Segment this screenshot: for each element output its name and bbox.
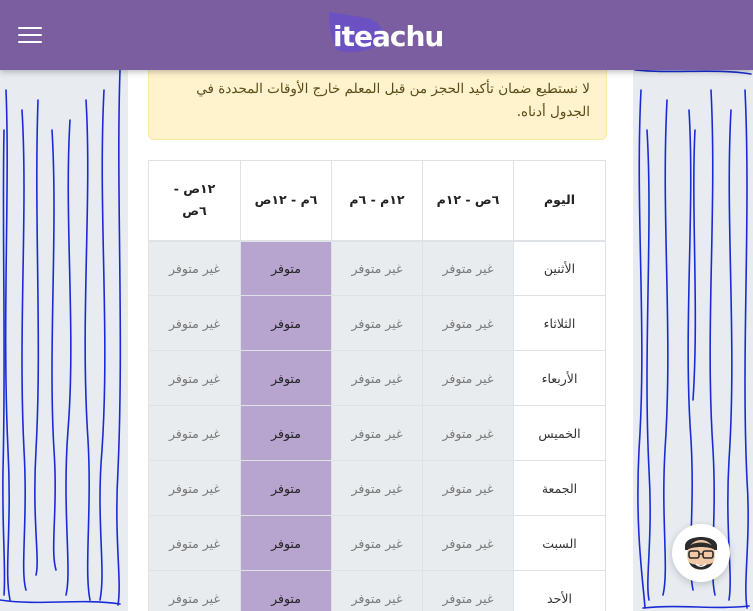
slot-cell: غير متوفر [148,240,241,296]
slot-cell: غير متوفر [422,295,514,351]
top-nav-bar: iteachu [0,0,753,70]
slot-cell-available: متوفر [240,350,332,406]
slot-cell: غير متوفر [148,350,241,406]
scribble-left [0,70,122,606]
slot-cell: غير متوفر [148,460,241,516]
slot-cell: غير متوفر [331,515,423,571]
day-cell: الأربعاء [513,350,606,406]
header-slot-night: ١٢ص - ٦ص [148,160,241,242]
slot-cell: غير متوفر [422,515,514,571]
slot-cell: غير متوفر [331,240,423,296]
day-cell: الجمعة [513,460,606,516]
table-row: الجمعة غير متوفر غير متوفر متوفر غير متو… [148,460,606,516]
slot-cell: غير متوفر [148,295,241,351]
availability-table-wrapper: اليوم ٦ص - ١٢م ١٢م - ٦م ٦م - ١٢ص ١٢ص - ٦… [148,160,606,611]
slot-cell-available: متوفر [240,515,332,571]
main-content: لا نستطيع ضمان تأكيد الحجز من قبل المعلم… [148,70,607,611]
table-row: السبت غير متوفر غير متوفر متوفر غير متوف… [148,515,606,571]
left-redacted-panel [0,70,128,611]
slot-cell: غير متوفر [422,405,514,461]
support-avatar-icon [674,526,728,580]
booking-notice: لا نستطيع ضمان تأكيد الحجز من قبل المعلم… [148,70,607,140]
day-cell: الأحد [513,570,606,611]
table-row: الثلاثاء غير متوفر غير متوفر متوفر غير م… [148,295,606,351]
header-day: اليوم [513,160,606,242]
notice-line-1: لا نستطيع ضمان تأكيد الحجز من قبل المعلم… [196,81,590,97]
day-cell: الخميس [513,405,606,461]
slot-cell: غير متوفر [148,405,241,461]
page: iteachu لا نستطيع ضمان تأكيد الحجز من قب… [0,0,753,611]
slot-cell: غير متوفر [331,405,423,461]
slot-cell: غير متوفر [331,295,423,351]
header-slot-night-line-2: ٦ص [182,203,207,219]
table-header-row: اليوم ٦ص - ١٢م ١٢م - ٦م ٦م - ١٢ص ١٢ص - ٦… [148,160,606,242]
day-cell: الأثنين [513,240,606,296]
slot-cell: غير متوفر [331,350,423,406]
header-slot-evening: ٦م - ١٢ص [240,160,332,242]
hamburger-menu-icon[interactable] [18,27,42,45]
header-slot-night-line-1: ١٢ص - [173,181,216,197]
slot-cell: غير متوفر [422,240,514,296]
header-slot-afternoon: ١٢م - ٦م [331,160,423,242]
slot-cell: غير متوفر [331,570,423,611]
slot-cell: غير متوفر [422,350,514,406]
day-cell: السبت [513,515,606,571]
table-row: الخميس غير متوفر غير متوفر متوفر غير متو… [148,405,606,461]
day-cell: الثلاثاء [513,295,606,351]
slot-cell-available: متوفر [240,295,332,351]
availability-table: اليوم ٦ص - ١٢م ١٢م - ٦م ٦م - ١٢ص ١٢ص - ٦… [148,160,606,611]
support-chat-button[interactable] [672,524,730,582]
table-row: الأثنين غير متوفر غير متوفر متوفر غير مت… [148,240,606,296]
slot-cell: غير متوفر [422,570,514,611]
slot-cell: غير متوفر [148,570,241,611]
slot-cell: غير متوفر [331,460,423,516]
logo-text: iteachu [333,20,444,53]
header-slot-morning: ٦ص - ١٢م [422,160,514,242]
notice-line-2: الجدول أدناه. [516,104,590,120]
table-row: الأربعاء غير متوفر غير متوفر متوفر غير م… [148,350,606,406]
slot-cell: غير متوفر [148,515,241,571]
table-row: الأحد غير متوفر غير متوفر متوفر غير متوف… [148,570,606,611]
slot-cell-available: متوفر [240,240,332,296]
site-logo[interactable]: iteachu [327,10,444,56]
slot-cell-available: متوفر [240,570,332,611]
slot-cell-available: متوفر [240,405,332,461]
slot-cell-available: متوفر [240,460,332,516]
slot-cell: غير متوفر [422,460,514,516]
